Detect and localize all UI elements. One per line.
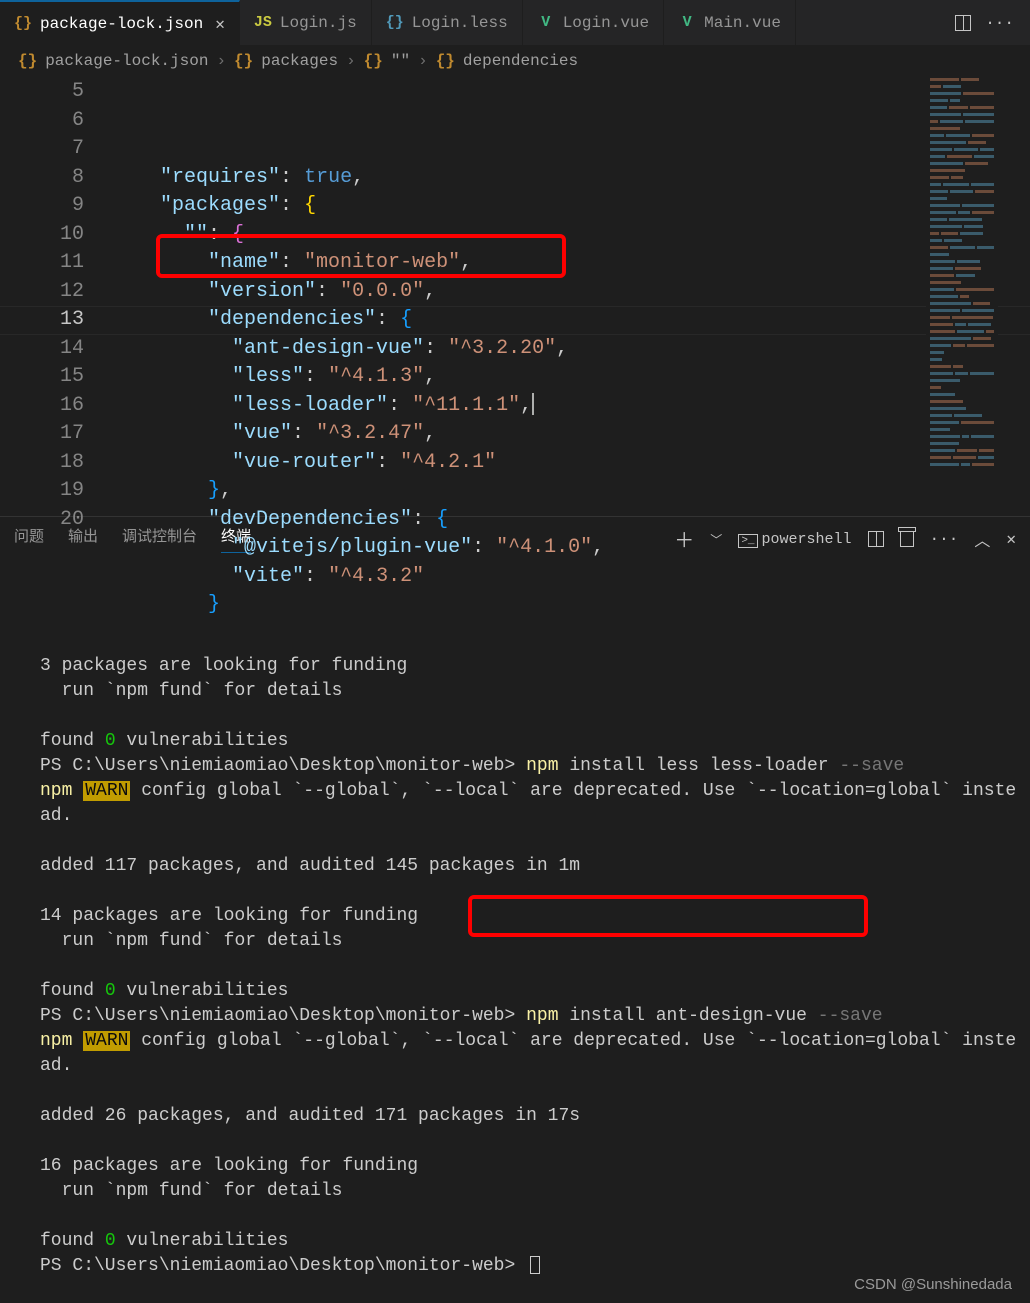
code-line[interactable]: "devDependencies": { bbox=[112, 506, 1030, 535]
line-number: 8 bbox=[0, 164, 84, 193]
breadcrumb: {} package-lock.json › {} packages › {} "" › {} de… bbox=[0, 46, 1030, 76]
watermark: CSDN @Sunshinedada bbox=[854, 1276, 1012, 1293]
file-type-icon: {} bbox=[14, 15, 32, 33]
tab-Login-js[interactable]: JS Login.js bbox=[240, 0, 372, 45]
breadcrumb-item[interactable]: dependencies bbox=[463, 52, 578, 70]
close-tab-icon[interactable]: ✕ bbox=[215, 14, 225, 34]
terminal-text: config global `--global`, `--local` are … bbox=[40, 781, 1016, 1001]
breadcrumb-icon: {} bbox=[234, 52, 253, 70]
code-line[interactable]: "less-loader": "^11.1.1", bbox=[112, 392, 1030, 421]
code-line[interactable]: "version": "0.0.0", bbox=[112, 278, 1030, 307]
line-number: 18 bbox=[0, 449, 84, 478]
breadcrumb-icon: {} bbox=[436, 52, 455, 70]
line-number: 7 bbox=[0, 135, 84, 164]
tab-label: Login.js bbox=[280, 14, 357, 32]
terminal-output[interactable]: 3 packages are looking for funding run `… bbox=[0, 561, 1030, 1289]
line-number: 20 bbox=[0, 506, 84, 535]
line-number: 16 bbox=[0, 392, 84, 421]
code-line[interactable]: "vue": "^3.2.47", bbox=[112, 420, 1030, 449]
code-line[interactable]: "less": "^4.1.3", bbox=[112, 363, 1030, 392]
line-number: 9 bbox=[0, 192, 84, 221]
terminal-text: WARN bbox=[83, 781, 130, 801]
line-number: 5 bbox=[0, 78, 84, 107]
minimap[interactable] bbox=[926, 76, 998, 516]
line-number: 19 bbox=[0, 477, 84, 506]
text-cursor bbox=[532, 393, 534, 415]
terminal-text: config global `--global`, `--local` are … bbox=[40, 1031, 1016, 1251]
line-number: 13 bbox=[0, 306, 84, 335]
code-line[interactable]: "packages": { bbox=[112, 192, 1030, 221]
code-line[interactable]: "requires": true, bbox=[112, 164, 1030, 193]
file-type-icon: V bbox=[537, 14, 555, 32]
terminal-text: 0 bbox=[105, 731, 116, 751]
breadcrumb-icon: {} bbox=[18, 52, 37, 70]
code-line[interactable]: "name": "monitor-web", bbox=[112, 249, 1030, 278]
code-editor[interactable]: 567891011121314151617181920 "requires": … bbox=[0, 76, 1030, 516]
terminal-text: npm bbox=[526, 756, 569, 776]
line-number: 11 bbox=[0, 249, 84, 278]
terminal-text: npm bbox=[526, 1006, 569, 1026]
kill-terminal-icon[interactable] bbox=[900, 531, 914, 547]
code-area[interactable]: "requires": true, "packages": { "": { "n… bbox=[112, 76, 1030, 516]
line-number: 12 bbox=[0, 278, 84, 307]
file-type-icon: {} bbox=[386, 14, 404, 32]
breadcrumb-separator: › bbox=[418, 52, 428, 70]
file-type-icon: JS bbox=[254, 14, 272, 32]
line-number: 14 bbox=[0, 335, 84, 364]
breadcrumb-separator: › bbox=[346, 52, 356, 70]
code-line[interactable]: }, bbox=[112, 477, 1030, 506]
tab-label: Login.vue bbox=[563, 14, 649, 32]
line-number: 17 bbox=[0, 420, 84, 449]
breadcrumb-item[interactable]: "" bbox=[391, 52, 410, 70]
terminal-text: --save bbox=[839, 756, 904, 776]
annotation-box-2 bbox=[468, 895, 868, 937]
split-editor-icon[interactable] bbox=[955, 15, 971, 31]
terminal-cursor bbox=[530, 1256, 540, 1274]
breadcrumb-icon: {} bbox=[364, 52, 383, 70]
bottom-panel: 问题输出调试控制台终端 ＋ ﹀ >_powershell ··· ︿ ✕ 3 p… bbox=[0, 516, 1030, 1289]
tab-label: Login.less bbox=[412, 14, 508, 32]
terminal-text: install less less-loader bbox=[569, 756, 839, 776]
code-line[interactable]: "": { bbox=[112, 221, 1030, 250]
tab-package-lock-json[interactable]: {} package-lock.json ✕ bbox=[0, 0, 240, 45]
code-line[interactable]: "ant-design-vue": "^3.2.20", bbox=[112, 335, 1030, 364]
terminal-text: --save bbox=[818, 1006, 883, 1026]
file-type-icon: V bbox=[678, 14, 696, 32]
tab-Main-vue[interactable]: V Main.vue bbox=[664, 0, 796, 45]
line-number: 10 bbox=[0, 221, 84, 250]
split-terminal-icon[interactable] bbox=[868, 531, 884, 547]
code-line[interactable]: "dependencies": { bbox=[112, 306, 1030, 335]
terminal-text: npm bbox=[40, 781, 83, 801]
editor-tabs: {} package-lock.json ✕ JS Login.js {} Login.le… bbox=[0, 0, 1030, 46]
code-line[interactable]: "@vitejs/plugin-vue": "^4.1.0", bbox=[112, 534, 1030, 563]
breadcrumb-item[interactable]: package-lock.json bbox=[45, 52, 208, 70]
more-actions-icon[interactable]: ··· bbox=[985, 14, 1014, 32]
line-gutter: 567891011121314151617181920 bbox=[0, 76, 112, 516]
breadcrumb-item[interactable]: packages bbox=[261, 52, 338, 70]
code-line[interactable]: "vue-router": "^4.2.1" bbox=[112, 449, 1030, 478]
terminal-text: 0 bbox=[105, 1231, 116, 1251]
terminal-text: npm bbox=[40, 1031, 83, 1051]
tab-Login-less[interactable]: {} Login.less bbox=[372, 0, 523, 45]
tab-label: package-lock.json bbox=[40, 15, 203, 33]
terminal-text: install ant-design-vue bbox=[569, 1006, 817, 1026]
tab-Login-vue[interactable]: V Login.vue bbox=[523, 0, 664, 45]
terminal-text: WARN bbox=[83, 1031, 130, 1051]
line-number: 6 bbox=[0, 107, 84, 136]
tab-label: Main.vue bbox=[704, 14, 781, 32]
line-number: 15 bbox=[0, 363, 84, 392]
terminal-text: 0 bbox=[105, 981, 116, 1001]
breadcrumb-separator: › bbox=[216, 52, 226, 70]
